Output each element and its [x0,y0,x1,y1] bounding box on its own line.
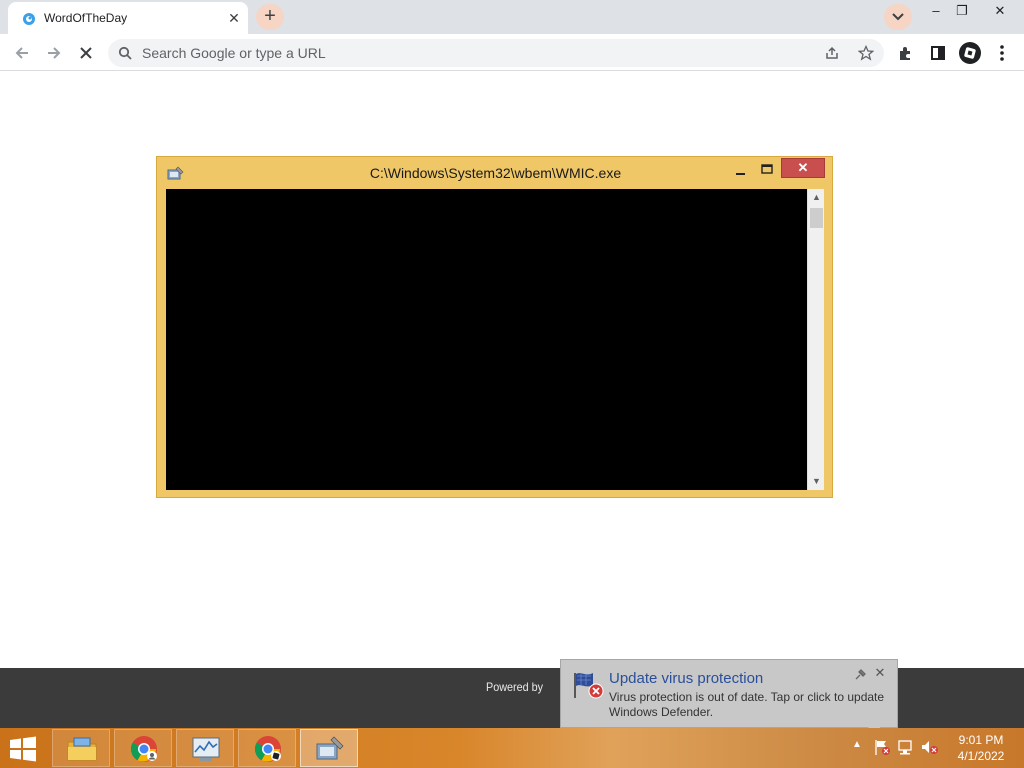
search-icon [118,46,132,60]
defender-flag-icon [574,673,604,699]
vertical-scrollbar[interactable]: ▲ ▼ [807,189,824,490]
volume-muted-icon[interactable] [920,738,940,756]
site-favicon-icon [23,13,35,25]
action-center-flag-icon[interactable] [872,738,892,756]
scroll-up-arrow-icon[interactable]: ▲ [808,189,825,206]
chrome-icon [130,736,157,762]
tab-close-button[interactable]: ✕ [226,10,242,26]
tab-title: WordOfTheDay [44,11,128,25]
taskbar-chrome-1[interactable] [114,729,172,767]
back-arrow-icon[interactable] [8,39,36,67]
taskbar-chrome-2[interactable] [238,729,296,767]
notification-close-button[interactable]: ✕ [873,666,887,680]
omnibox[interactable] [108,39,884,67]
bookmark-star-icon[interactable] [858,45,874,61]
pin-icon[interactable] [853,668,867,682]
omnibox-input[interactable] [142,39,802,67]
extensions-icon[interactable] [892,39,920,67]
wmic-console-window[interactable]: C:\Windows\System32\wbem\WMIC.exe ✕ ▲ ▼ [156,156,833,498]
browser-tab-strip: WordOfTheDay ✕ + – ❐ ✕ [0,0,1024,34]
clock-date[interactable]: 4/1/2022 [944,749,1018,763]
wmic-close-button[interactable]: ✕ [781,158,825,178]
stop-loading-icon[interactable] [72,39,100,67]
notification-body: Virus protection is out of date. Tap or … [609,690,885,719]
menu-kebab-icon[interactable] [988,39,1016,67]
wmic-minimize-button[interactable] [731,161,751,179]
window-minimize-button[interactable]: – [922,0,950,24]
network-icon[interactable] [896,738,916,756]
tab-wordoftheday[interactable]: WordOfTheDay ✕ [8,2,248,34]
scroll-down-arrow-icon[interactable]: ▼ [808,473,825,490]
windows-taskbar: ▲ 9:01 PM 4/1/2022 [0,728,1024,768]
new-tab-button[interactable]: + [256,4,284,30]
console-output-area[interactable] [166,189,807,490]
clock-time[interactable]: 9:01 PM [944,733,1018,747]
forward-arrow-icon[interactable] [40,39,68,67]
tab-search-button[interactable] [884,4,912,30]
share-icon[interactable] [824,45,840,61]
side-panel-icon[interactable] [924,39,952,67]
defender-notification[interactable]: Update virus protection Virus protection… [560,659,898,728]
taskbar-wmic-console[interactable] [300,729,358,767]
chevron-down-icon [892,13,904,21]
start-button-windows-icon[interactable] [6,734,40,764]
taskbar-performance-monitor[interactable] [176,729,234,767]
powered-by-text: Powered by [486,680,544,694]
scrollbar-thumb[interactable] [810,208,823,228]
chrome-icon [254,736,281,762]
profile-avatar-icon[interactable] [956,39,984,67]
folder-icon [67,737,97,761]
browser-toolbar [0,34,1024,71]
show-hidden-icons-button[interactable]: ▲ [850,738,864,752]
window-close-button[interactable]: ✕ [986,0,1014,24]
notification-title: Update virus protection [609,670,764,687]
wmic-app-icon [316,736,344,760]
taskbar-file-explorer[interactable] [52,729,110,767]
window-restore-button[interactable]: ❐ [948,0,976,24]
wmic-maximize-button[interactable] [757,161,777,179]
performance-monitor-icon [192,737,220,761]
